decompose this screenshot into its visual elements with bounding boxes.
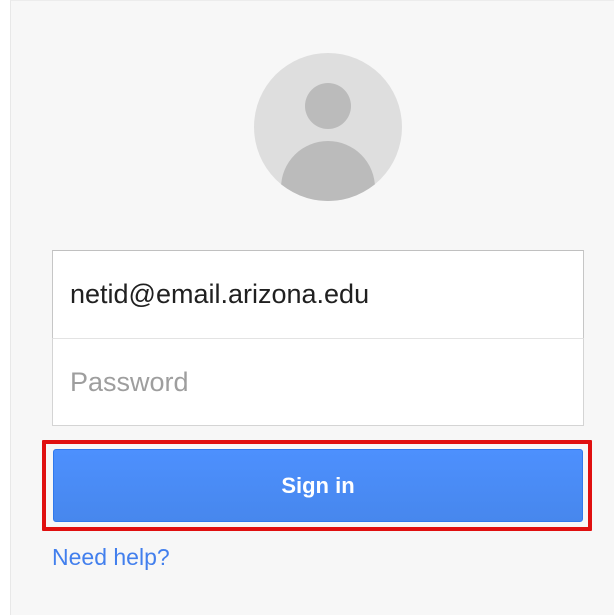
avatar-body-shape [281, 141, 375, 201]
sign-in-highlight-box [42, 440, 592, 531]
email-field[interactable] [52, 250, 584, 339]
need-help-link[interactable]: Need help? [52, 544, 170, 571]
avatar-head-shape [305, 83, 351, 129]
password-field[interactable] [52, 338, 584, 426]
credentials-group [52, 250, 584, 426]
user-avatar-icon [254, 53, 402, 201]
